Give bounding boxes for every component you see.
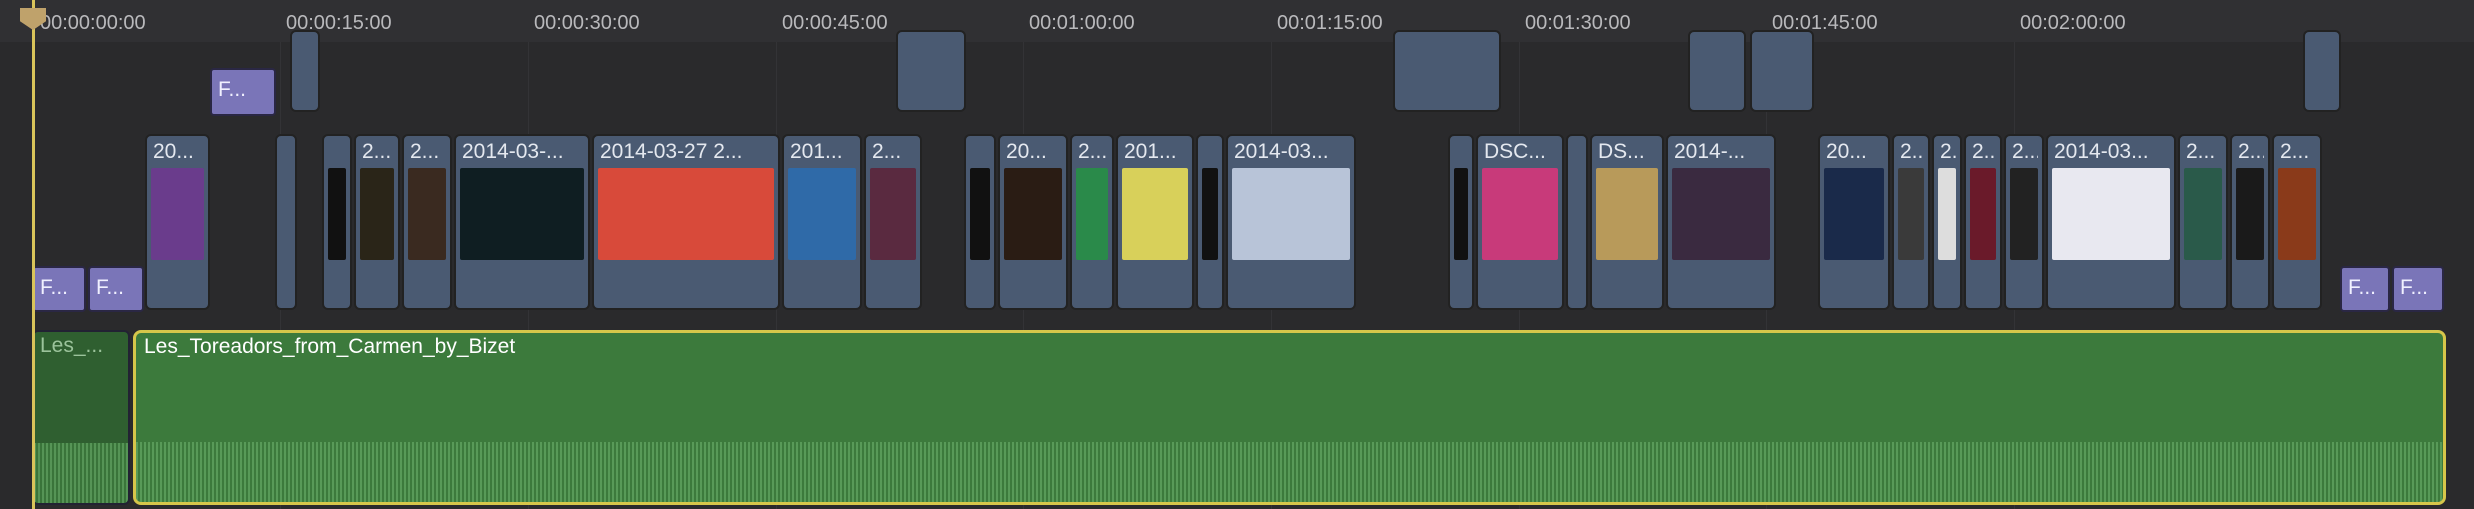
video-clip[interactable]: 2...: [2272, 134, 2322, 310]
audio-clip-selected[interactable]: Les_Toreadors_from_Carmen_by_Bizet: [133, 330, 2446, 505]
timeline-ruler[interactable]: 00:00:00:00 00:00:15:00 00:00:30:00 00:0…: [0, 0, 2474, 42]
timecode-label: 00:01:00:00: [1029, 12, 1135, 34]
video-clip[interactable]: 20...: [1818, 134, 1890, 310]
title-clip[interactable]: F...: [88, 266, 144, 312]
video-clip[interactable]: 2014-...: [1666, 134, 1776, 310]
playhead[interactable]: [32, 0, 35, 509]
audio-waveform: [34, 443, 128, 503]
audio-waveform: [136, 442, 2443, 502]
connected-video-clip[interactable]: [896, 30, 966, 112]
video-clip[interactable]: [1448, 134, 1474, 310]
timecode-label: 00:00:00:00: [40, 12, 146, 34]
video-clip[interactable]: [1566, 134, 1588, 310]
video-clip[interactable]: 2014-03-...: [454, 134, 590, 310]
connected-video-clip[interactable]: [290, 30, 320, 112]
title-clip[interactable]: F...: [32, 266, 86, 312]
video-clip[interactable]: 2...: [1964, 134, 2002, 310]
video-clip[interactable]: 20...: [145, 134, 210, 310]
connected-video-clip[interactable]: [2303, 30, 2341, 112]
video-clip[interactable]: 2...: [1070, 134, 1114, 310]
audio-clip[interactable]: Les_...: [32, 330, 130, 505]
title-clip[interactable]: F...: [210, 68, 276, 116]
connected-video-clip[interactable]: [1688, 30, 1746, 112]
connected-video-clip[interactable]: [1393, 30, 1501, 112]
connected-video-clip[interactable]: [1750, 30, 1814, 112]
video-clip[interactable]: 2...: [2230, 134, 2270, 310]
video-clip[interactable]: [322, 134, 352, 310]
video-clip[interactable]: 201...: [782, 134, 862, 310]
title-clip[interactable]: F...: [2392, 266, 2444, 312]
timecode-label: 00:00:45:00: [782, 12, 888, 34]
video-clip[interactable]: 2...: [1932, 134, 1962, 310]
video-clip[interactable]: 2014-03-27 2...: [592, 134, 780, 310]
timecode-label: 00:00:30:00: [534, 12, 640, 34]
video-clip[interactable]: [275, 134, 297, 310]
video-clip[interactable]: 2...: [2004, 134, 2044, 310]
video-clip[interactable]: 2...: [402, 134, 452, 310]
video-clip[interactable]: 2...: [354, 134, 400, 310]
video-clip[interactable]: 201...: [1116, 134, 1194, 310]
video-clip[interactable]: 2...: [1892, 134, 1930, 310]
video-clip[interactable]: 2...: [864, 134, 922, 310]
timecode-label: 00:01:15:00: [1277, 12, 1383, 34]
video-clip[interactable]: 2...: [2178, 134, 2228, 310]
timecode-label: 00:02:00:00: [2020, 12, 2126, 34]
video-clip[interactable]: [964, 134, 996, 310]
video-clip[interactable]: 2014-03...: [2046, 134, 2176, 310]
title-clip[interactable]: F...: [2340, 266, 2390, 312]
video-clip[interactable]: 20...: [998, 134, 1068, 310]
video-clip[interactable]: 2014-03...: [1226, 134, 1356, 310]
video-clip[interactable]: DS...: [1590, 134, 1664, 310]
timecode-label: 00:01:30:00: [1525, 12, 1631, 34]
video-clip[interactable]: [1196, 134, 1224, 310]
video-clip[interactable]: DSC...: [1476, 134, 1564, 310]
